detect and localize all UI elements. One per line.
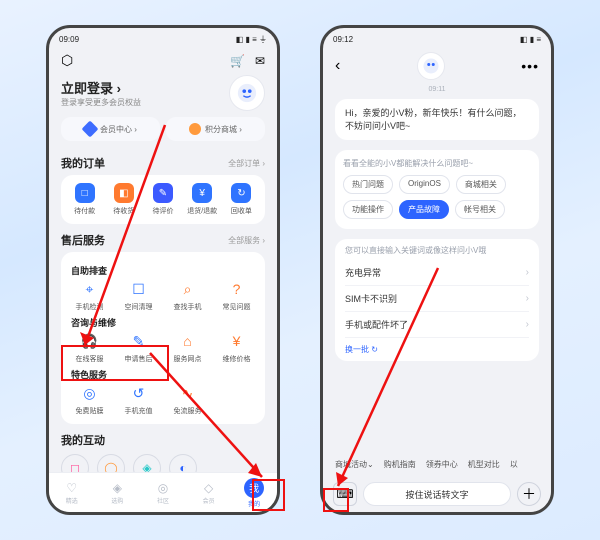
voice-input[interactable]: 按住说话转文字: [363, 482, 511, 506]
group-self-check: 自助排查: [65, 260, 261, 279]
tab-community[interactable]: ◎社区: [140, 473, 186, 512]
orders-title: 我的订单: [61, 155, 105, 171]
order-refund[interactable]: ¥退货/退款: [183, 183, 222, 216]
svc-repair-price[interactable]: ¥维修价格: [212, 331, 261, 364]
tab-bar: ♡精选 ◈选购 ◎社区 ◇会员 我我的: [49, 472, 277, 512]
status-time-r: 09:12: [333, 35, 353, 44]
q-broken[interactable]: 手机或配件坏了›: [345, 312, 529, 338]
service-card: 自助排查 ⌖手机检测 ☐空间清理 ⌕查找手机 ?常见问题 咨询与维修 🎧在线客服…: [61, 252, 265, 424]
back-button[interactable]: ‹: [335, 57, 340, 75]
status-icons-r: ◧ ▮ ≡: [520, 35, 541, 44]
order-recycle[interactable]: ↻回收单: [222, 183, 261, 216]
diamond-icon: [82, 121, 99, 138]
order-pending-review[interactable]: ✎待评价: [143, 183, 182, 216]
interact-row: ◻ ◯ ◈ ◐: [61, 452, 265, 472]
status-bar-r: 09:12 ◧ ▮ ≡: [323, 28, 551, 48]
plus-icon[interactable]: ＋: [517, 482, 541, 506]
group-special-service: 特色服务: [65, 364, 261, 383]
sug-item[interactable]: 购机指南: [384, 459, 416, 470]
svc-apply-aftersale[interactable]: ✎申请售后: [114, 331, 163, 364]
tab-shop[interactable]: ◈选购: [95, 473, 141, 512]
status-bar: 09:09 ◧ ▮ ≡ ⏚: [49, 28, 277, 48]
chip-originos[interactable]: OriginOS: [399, 175, 450, 194]
member-center-banner[interactable]: 会员中心 ›: [61, 117, 160, 141]
order-pending-receive[interactable]: ◧待收货: [104, 183, 143, 216]
q-charging[interactable]: 充电异常›: [345, 260, 529, 286]
question-list-header: 您可以直接输入关键词或像这样问小V哦: [345, 245, 529, 256]
greeting-bubble: Hi，亲爱的小V粉，新年快乐！有什么问题，不妨问问小V吧~: [335, 99, 539, 140]
sug-item[interactable]: 机型对比: [468, 459, 500, 470]
interact-btn-4[interactable]: ◐: [169, 454, 197, 472]
service-title: 售后服务: [61, 232, 105, 248]
interact-title: 我的互动: [61, 432, 105, 448]
sug-item[interactable]: 商城活动⌄: [335, 459, 374, 470]
chevron-right-icon: ›: [526, 319, 529, 330]
more-icon[interactable]: •••: [521, 58, 539, 74]
orders-more[interactable]: 全部订单 ›: [228, 158, 265, 169]
orders-card: □待付款 ◧待收货 ✎待评价 ¥退货/退款 ↻回收单: [61, 175, 265, 224]
chat-avatar[interactable]: [417, 52, 445, 80]
q-sim[interactable]: SIM卡不识别›: [345, 286, 529, 312]
points-mall-banner[interactable]: 积分商城 ›: [166, 117, 265, 141]
svc-free-data[interactable]: ∿免流服务: [163, 383, 212, 416]
service-more[interactable]: 全部服务 ›: [228, 235, 265, 246]
login-subtitle: 登录享受更多会员权益: [61, 97, 141, 108]
avatar[interactable]: [229, 75, 265, 111]
svc-space-clean[interactable]: ☐空间清理: [114, 279, 163, 312]
svc-free-film[interactable]: ◎免费贴膜: [65, 383, 114, 416]
interact-btn-2[interactable]: ◯: [97, 454, 125, 472]
login-button[interactable]: 立即登录 ›: [61, 78, 141, 97]
message-icon[interactable]: ✉: [255, 54, 265, 68]
svc-phone-check[interactable]: ⌖手机检测: [65, 279, 114, 312]
interact-btn-1[interactable]: ◻: [61, 454, 89, 472]
sug-item[interactable]: 领券中心: [426, 459, 458, 470]
phone-right: 09:12 ◧ ▮ ≡ ‹ ••• 09:11 Hi，亲爱的小V粉，新年快乐！有…: [320, 25, 554, 515]
tab-featured[interactable]: ♡精选: [49, 473, 95, 512]
category-card: 看看全能的小V都能解决什么问题吧~ 热门问题 OriginOS 商城相关 功能操…: [335, 150, 539, 229]
svc-faq[interactable]: ?常见问题: [212, 279, 261, 312]
coin-icon: [189, 123, 201, 135]
interact-btn-3[interactable]: ◈: [133, 454, 161, 472]
svc-topup[interactable]: ↺手机充值: [114, 383, 163, 416]
tab-me[interactable]: 我我的: [231, 473, 277, 512]
chat-timestamp: 09:11: [323, 86, 551, 93]
chevron-right-icon: ›: [526, 293, 529, 304]
group-consult-repair: 咨询与维修: [65, 312, 261, 331]
chevron-right-icon: ›: [526, 267, 529, 278]
chip-function[interactable]: 功能操作: [343, 200, 393, 219]
settings-icon[interactable]: ⬡: [61, 52, 73, 69]
svc-find-phone[interactable]: ⌕查找手机: [163, 279, 212, 312]
chip-hot[interactable]: 热门问题: [343, 175, 393, 194]
order-pending-pay[interactable]: □待付款: [65, 183, 104, 216]
category-header: 看看全能的小V都能解决什么问题吧~: [343, 158, 531, 169]
tab-member[interactable]: ◇会员: [186, 473, 232, 512]
keyboard-icon[interactable]: ⌨: [333, 482, 357, 506]
svc-online-support[interactable]: 🎧在线客服: [65, 331, 114, 364]
suggestion-strip: 商城活动⌄ 购机指南 领券中心 机型对比 以: [323, 453, 551, 476]
phone-left: 09:09 ◧ ▮ ≡ ⏚ ⬡ 🛒 ✉ 立即登录 › 登录享受更多会员权益 会员…: [46, 25, 280, 515]
svc-service-point[interactable]: ⌂服务网点: [163, 331, 212, 364]
status-time: 09:09: [59, 35, 79, 44]
input-bar: ⌨ 按住说话转文字 ＋: [323, 476, 551, 512]
sug-item[interactable]: 以: [510, 459, 518, 470]
refresh-batch[interactable]: 换一批 ↻: [345, 338, 529, 355]
chip-product-fault[interactable]: 产品故障: [399, 200, 449, 219]
status-icons: ◧ ▮ ≡ ⏚: [236, 34, 267, 45]
question-list-card: 您可以直接输入关键词或像这样问小V哦 充电异常› SIM卡不识别› 手机或配件坏…: [335, 239, 539, 361]
cart-icon[interactable]: 🛒: [230, 54, 245, 68]
chip-mall[interactable]: 商城相关: [456, 175, 506, 194]
chip-account[interactable]: 帐号相关: [455, 200, 505, 219]
